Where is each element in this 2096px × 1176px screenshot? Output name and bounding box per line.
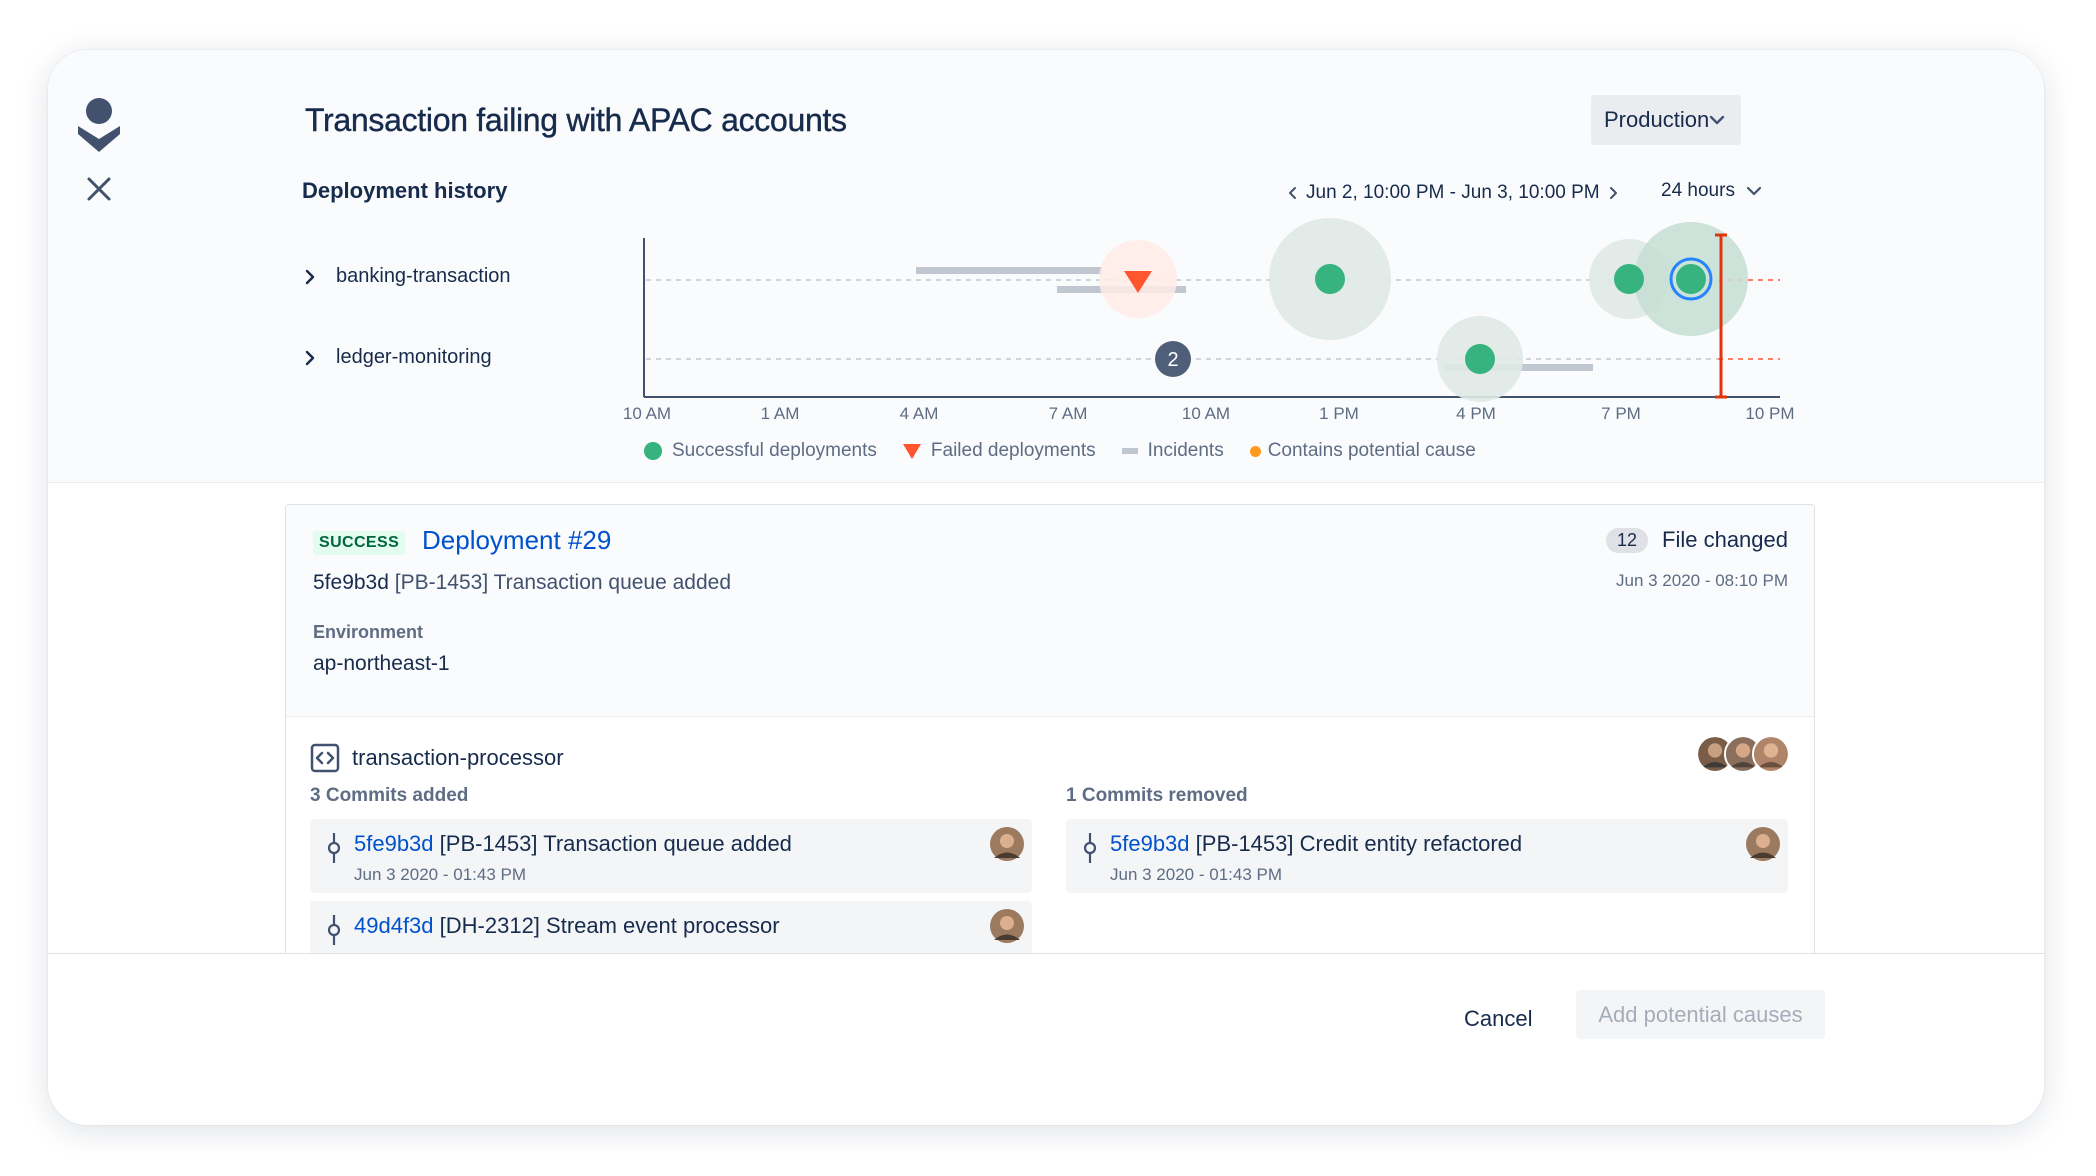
commit-date: Jun 3 2020 - 01:43 PM bbox=[1110, 865, 1283, 884]
repository-name: transaction-processor bbox=[352, 745, 564, 770]
commits-removed-heading: 1 Commits removed bbox=[1066, 785, 1248, 806]
x-tick-label: 7 AM bbox=[1049, 404, 1088, 423]
commit-hash-link[interactable]: 5fe9b3d bbox=[1110, 831, 1190, 856]
commit-message: [PB-1453] Transaction queue added bbox=[439, 831, 792, 856]
contributors-avatars bbox=[1696, 735, 1790, 773]
commit-date: Jun 3 2020 - 01:43 PM bbox=[354, 865, 527, 884]
commit-hash-link[interactable]: 49d4f3d bbox=[354, 913, 434, 938]
deployment-timeline: 2 10 AM 1 AM 4 AM 7 AM 10 AM 1 PM 4 PM 7… bbox=[623, 218, 1795, 423]
deployment-card: SUCCESS Deployment #29 5fe9b3d [PB-1453]… bbox=[285, 504, 1815, 964]
potential-cause-dot-icon bbox=[1249, 445, 1261, 457]
git-commit-icon bbox=[1083, 833, 1097, 863]
chart-legend: Successful deployments Failed deployment… bbox=[644, 440, 1502, 462]
commit-message: [PB-1453] Transaction queue added bbox=[394, 571, 732, 594]
git-commit-icon bbox=[327, 915, 341, 945]
legend-item-potential-cause: Contains potential cause bbox=[1249, 440, 1476, 462]
commit-title: 5fe9b3d [PB-1453] Transaction queue adde… bbox=[354, 831, 792, 857]
commit-item[interactable]: 5fe9b3d [PB-1453] Transaction queue adde… bbox=[310, 819, 1032, 893]
modal-dialog: Transaction failing with APAC accounts P… bbox=[48, 50, 2044, 1125]
cancel-button[interactable]: Cancel bbox=[1452, 997, 1544, 1041]
commit-title: 5fe9b3d [PB-1453] Credit entity refactor… bbox=[1110, 831, 1522, 857]
x-tick-label: 4 AM bbox=[900, 404, 939, 423]
files-changed: 12 File changed bbox=[1605, 527, 1788, 553]
x-tick-label: 1 AM bbox=[761, 404, 800, 423]
commit-hash: 5fe9b3d bbox=[313, 571, 389, 594]
x-tick-label: 1 PM bbox=[1319, 404, 1359, 423]
commit-title: 49d4f3d [DH-2312] Stream event processor bbox=[354, 913, 780, 939]
success-dot-icon bbox=[644, 442, 662, 460]
selected-deployment-marker[interactable] bbox=[1676, 264, 1706, 294]
modal-footer bbox=[48, 953, 2044, 1125]
successful-deployment-marker[interactable] bbox=[1315, 264, 1345, 294]
failed-triangle-icon bbox=[902, 443, 921, 459]
successful-deployment-marker[interactable] bbox=[1465, 344, 1495, 374]
avatar[interactable] bbox=[1746, 827, 1780, 861]
avatar[interactable] bbox=[1752, 735, 1790, 773]
deployment-summary: SUCCESS Deployment #29 5fe9b3d [PB-1453]… bbox=[286, 505, 1814, 717]
x-tick-label: 4 PM bbox=[1456, 404, 1496, 423]
commit-hash-link[interactable]: 5fe9b3d bbox=[354, 831, 434, 856]
git-commit-icon bbox=[327, 833, 341, 863]
legend-item-incidents: Incidents bbox=[1121, 440, 1224, 462]
files-count-badge: 12 bbox=[1605, 527, 1649, 553]
commit-item[interactable]: 5fe9b3d [PB-1453] Credit entity refactor… bbox=[1066, 819, 1788, 893]
x-tick-label: 10 AM bbox=[623, 404, 671, 423]
incident-bar[interactable] bbox=[916, 267, 1102, 274]
repository-header: transaction-processor bbox=[310, 743, 564, 773]
successful-deployment-marker[interactable] bbox=[1614, 264, 1644, 294]
add-potential-causes-button[interactable]: Add potential causes bbox=[1576, 990, 1825, 1039]
commits-added-heading: 3 Commits added bbox=[310, 785, 469, 806]
incident-bar-icon bbox=[1121, 448, 1138, 454]
legend-label: Successful deployments bbox=[672, 440, 877, 461]
code-icon bbox=[310, 743, 340, 773]
files-changed-label: File changed bbox=[1662, 527, 1788, 552]
legend-label: Failed deployments bbox=[930, 440, 1096, 461]
deployment-date: Jun 3 2020 - 08:10 PM bbox=[1615, 571, 1788, 590]
deployment-link[interactable]: Deployment #29 bbox=[422, 525, 611, 556]
commit-message: [DH-2312] Stream event processor bbox=[439, 913, 780, 938]
status-badge: SUCCESS bbox=[313, 531, 406, 555]
legend-label: Incidents bbox=[1147, 440, 1224, 461]
environment-value: ap-northeast-1 bbox=[313, 652, 450, 675]
x-tick-label: 10 AM bbox=[1182, 404, 1230, 423]
x-tick-label: 7 PM bbox=[1601, 404, 1641, 423]
deployment-commit: 5fe9b3d [PB-1453] Transaction queue adde… bbox=[313, 571, 731, 595]
avatar[interactable] bbox=[990, 827, 1024, 861]
commit-message: [PB-1453] Credit entity refactored bbox=[1195, 831, 1523, 856]
avatar[interactable] bbox=[990, 909, 1024, 943]
legend-item-successful: Successful deployments bbox=[644, 440, 877, 462]
grouped-deployments-count: 2 bbox=[1167, 349, 1178, 371]
environment-label: Environment bbox=[313, 622, 424, 642]
legend-label: Contains potential cause bbox=[1267, 440, 1476, 461]
x-tick-label: 10 PM bbox=[1745, 404, 1794, 423]
legend-item-failed: Failed deployments bbox=[902, 440, 1096, 462]
repository-section: transaction-processor 3 Commits added 1 … bbox=[286, 717, 1814, 963]
